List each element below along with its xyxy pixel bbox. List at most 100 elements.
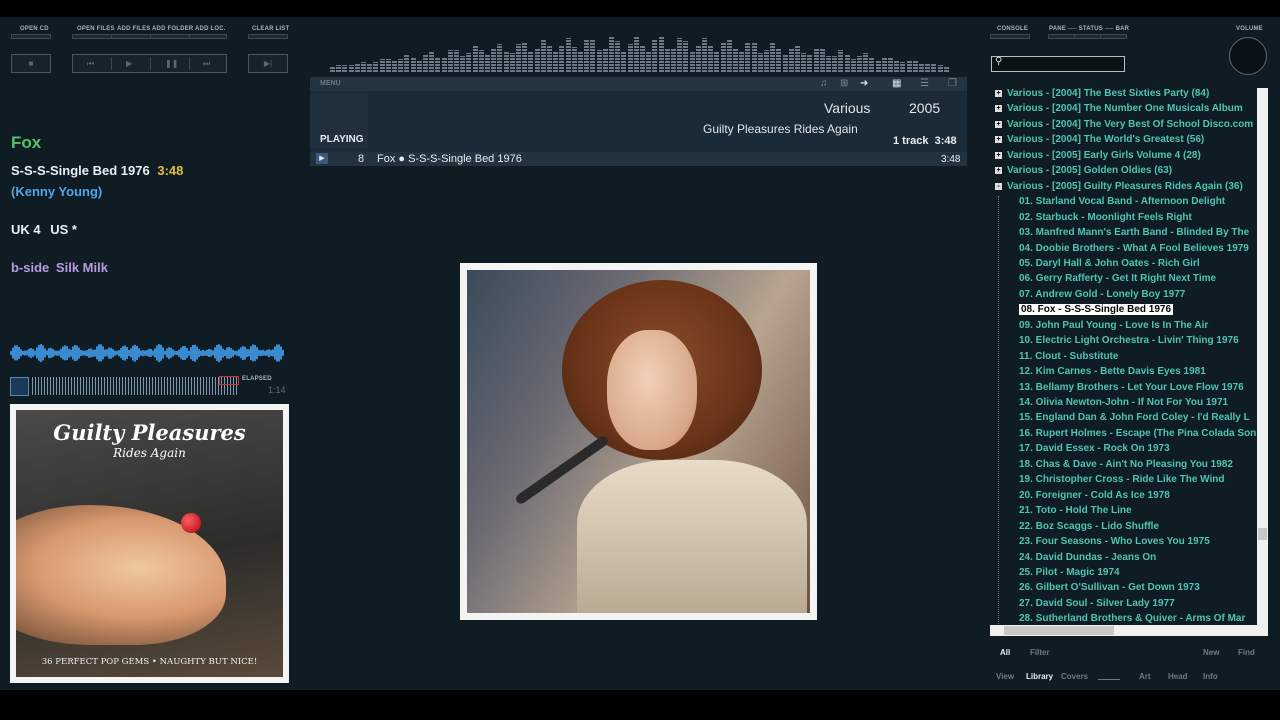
library-album-row[interactable]: + Various - [2005] Golden Oldies (63): [995, 165, 1172, 180]
library-row-label: 25. Pilot - Magic 1974: [1019, 566, 1120, 578]
tab-blank[interactable]: [1098, 679, 1120, 680]
library-track-row[interactable]: 08. Fox - S-S-S-Single Bed 1976: [1019, 304, 1174, 319]
filter-all-button[interactable]: All: [1000, 648, 1010, 657]
horizontal-scrollbar[interactable]: [990, 625, 1268, 636]
search-input[interactable]: ⚲: [991, 56, 1125, 72]
expand-icon[interactable]: +: [995, 151, 1002, 159]
tab-head[interactable]: Head: [1168, 672, 1188, 681]
add-folder-label: ADD FOLDER: [152, 26, 194, 32]
arrow-right-icon[interactable]: ➜: [860, 78, 868, 89]
clear-list-button[interactable]: [248, 34, 288, 39]
music-note-icon[interactable]: ♫: [820, 78, 828, 89]
library-album-row[interactable]: - Various - [2005] Guilty Pleasures Rides…: [995, 181, 1243, 196]
library-track-row[interactable]: 06. Gerry Rafferty - Get It Right Next T…: [1019, 273, 1216, 288]
seek-marker[interactable]: [219, 376, 239, 385]
grid-icon[interactable]: ⊞: [840, 78, 848, 89]
seek-bar[interactable]: [32, 377, 238, 395]
library-track-row[interactable]: 18. Chas & Dave - Ain't No Pleasing You …: [1019, 459, 1233, 474]
list-icon[interactable]: ☰: [920, 78, 929, 89]
status-toggle[interactable]: [1074, 34, 1101, 39]
spectrum-bar: [652, 40, 658, 72]
total-time: 3:48: [934, 135, 957, 147]
spectrum-bar: [943, 65, 949, 72]
library-tree[interactable]: + Various - [2004] The Best Sixties Party…: [990, 88, 1268, 626]
library-track-row[interactable]: 10. Electric Light Orchestra - Livin' Th…: [1019, 335, 1239, 350]
library-track-row[interactable]: 09. John Paul Young - Love Is In The Air: [1019, 320, 1208, 335]
library-track-row[interactable]: 12. Kim Carnes - Bette Davis Eyes 1981: [1019, 366, 1206, 381]
eject-button[interactable]: ▶|: [248, 54, 288, 73]
library-row-label: 18. Chas & Dave - Ain't No Pleasing You …: [1019, 458, 1233, 470]
library-track-row[interactable]: 04. Doobie Brothers - What A Fool Believ…: [1019, 243, 1249, 258]
library-album-row[interactable]: + Various - [2004] The Best Sixties Party…: [995, 88, 1209, 103]
play-icon[interactable]: ▶: [126, 59, 132, 68]
library-track-row[interactable]: 03. Manfred Mann's Earth Band - Blinded …: [1019, 227, 1249, 242]
spectrum-bar: [534, 49, 540, 72]
new-button[interactable]: New: [1203, 648, 1219, 657]
library-album-row[interactable]: + Various - [2005] Early Girls Volume 4 (…: [995, 150, 1201, 165]
next-icon[interactable]: ⏭: [203, 59, 210, 69]
volume-knob[interactable]: [1229, 37, 1267, 75]
library-track-row[interactable]: 07. Andrew Gold - Lonely Boy 1977: [1019, 289, 1185, 304]
library-track-row[interactable]: 17. David Essex - Rock On 1973: [1019, 443, 1170, 458]
collapse-icon[interactable]: -: [995, 182, 1002, 190]
library-track-row[interactable]: 14. Olivia Newton-John - If Not For You …: [1019, 397, 1228, 412]
pane-toggle[interactable]: [1048, 34, 1075, 39]
library-track-row[interactable]: 19. Christopher Cross - Ride Like The Wi…: [1019, 474, 1225, 489]
library-row-label: 05. Daryl Hall & John Oates - Rich Girl: [1019, 257, 1200, 269]
expand-icon[interactable]: +: [995, 90, 1002, 97]
library-track-row[interactable]: 24. David Dundas - Jeans On: [1019, 552, 1156, 567]
tab-covers[interactable]: Covers: [1061, 672, 1088, 681]
mini-toggle-icon[interactable]: [10, 377, 29, 396]
expand-icon[interactable]: +: [995, 105, 1002, 113]
add-loc-button[interactable]: [189, 34, 227, 39]
tab-info[interactable]: Info: [1203, 672, 1218, 681]
window-icon[interactable]: ❐: [948, 78, 957, 89]
add-folder-button[interactable]: [150, 34, 190, 39]
vertical-scroll-thumb[interactable]: [1258, 528, 1267, 540]
tab-art[interactable]: Art: [1139, 672, 1151, 681]
horizontal-scroll-thumb[interactable]: [1004, 626, 1114, 635]
library-track-row[interactable]: 13. Bellamy Brothers - Let Your Love Flo…: [1019, 382, 1244, 397]
library-track-row[interactable]: 16. Rupert Holmes - Escape (The Pina Col…: [1019, 428, 1256, 443]
photo-body: [577, 460, 807, 613]
library-track-row[interactable]: 25. Pilot - Magic 1974: [1019, 567, 1120, 582]
console-button[interactable]: [990, 34, 1030, 39]
pause-icon[interactable]: ❚❚: [165, 59, 178, 68]
expand-icon[interactable]: +: [995, 167, 1002, 175]
stop-button[interactable]: ■: [11, 54, 51, 73]
library-track-row[interactable]: 26. Gilbert O'Sullivan - Get Down 1973: [1019, 582, 1200, 597]
filter-button[interactable]: Filter: [1030, 648, 1050, 657]
vertical-scrollbar[interactable]: [1257, 88, 1268, 625]
bar-toggle[interactable]: [1100, 34, 1127, 39]
menu-button[interactable]: MENU: [320, 80, 341, 87]
track-count: 1 track: [893, 135, 929, 147]
previous-icon[interactable]: ⏮: [87, 59, 94, 69]
library-album-row[interactable]: + Various - [2004] The Number One Musical…: [995, 103, 1243, 118]
library-track-row[interactable]: 02. Starbuck - Moonlight Feels Right: [1019, 212, 1192, 227]
library-track-row[interactable]: 22. Boz Scaggs - Lido Shuffle: [1019, 521, 1159, 536]
expand-icon[interactable]: +: [995, 120, 1002, 128]
open-cd-button[interactable]: [11, 34, 51, 39]
library-track-row[interactable]: 01. Starland Vocal Band - Afternoon Deli…: [1019, 196, 1225, 211]
library-track-row[interactable]: 15. England Dan & John Ford Coley - I'd …: [1019, 412, 1250, 427]
playlist-row[interactable]: ▶ 8 Fox ● S-S-S-Single Bed 1976 3:48: [310, 152, 967, 166]
spectrum-bar: [931, 63, 937, 72]
library-track-row[interactable]: 05. Daryl Hall & John Oates - Rich Girl: [1019, 258, 1200, 273]
open-files-button[interactable]: [72, 34, 112, 39]
find-button[interactable]: Find: [1238, 648, 1255, 657]
library-track-row[interactable]: 21. Toto - Hold The Line: [1019, 505, 1132, 520]
library-album-row[interactable]: + Various - [2004] The Very Best Of Schoo…: [995, 119, 1253, 134]
tiles-icon[interactable]: ▦: [892, 78, 901, 89]
library-track-row[interactable]: 20. Foreigner - Cold As Ice 1978: [1019, 490, 1170, 505]
add-files-button[interactable]: [111, 34, 151, 39]
library-album-row[interactable]: + Various - [2004] The World's Greatest (…: [995, 134, 1204, 149]
tab-library[interactable]: Library: [1026, 672, 1053, 681]
expand-icon[interactable]: +: [995, 136, 1002, 144]
spectrum-bar: [714, 52, 720, 72]
row-track-title: Fox ● S-S-S-Single Bed 1976: [377, 153, 522, 165]
library-track-row[interactable]: 27. David Soul - Silver Lady 1977: [1019, 598, 1175, 613]
tab-view[interactable]: View: [996, 672, 1014, 681]
library-track-row[interactable]: 11. Clout - Substitute: [1019, 351, 1118, 366]
spectrum-bar: [671, 48, 676, 72]
library-track-row[interactable]: 23. Four Seasons - Who Loves You 1975: [1019, 536, 1210, 551]
